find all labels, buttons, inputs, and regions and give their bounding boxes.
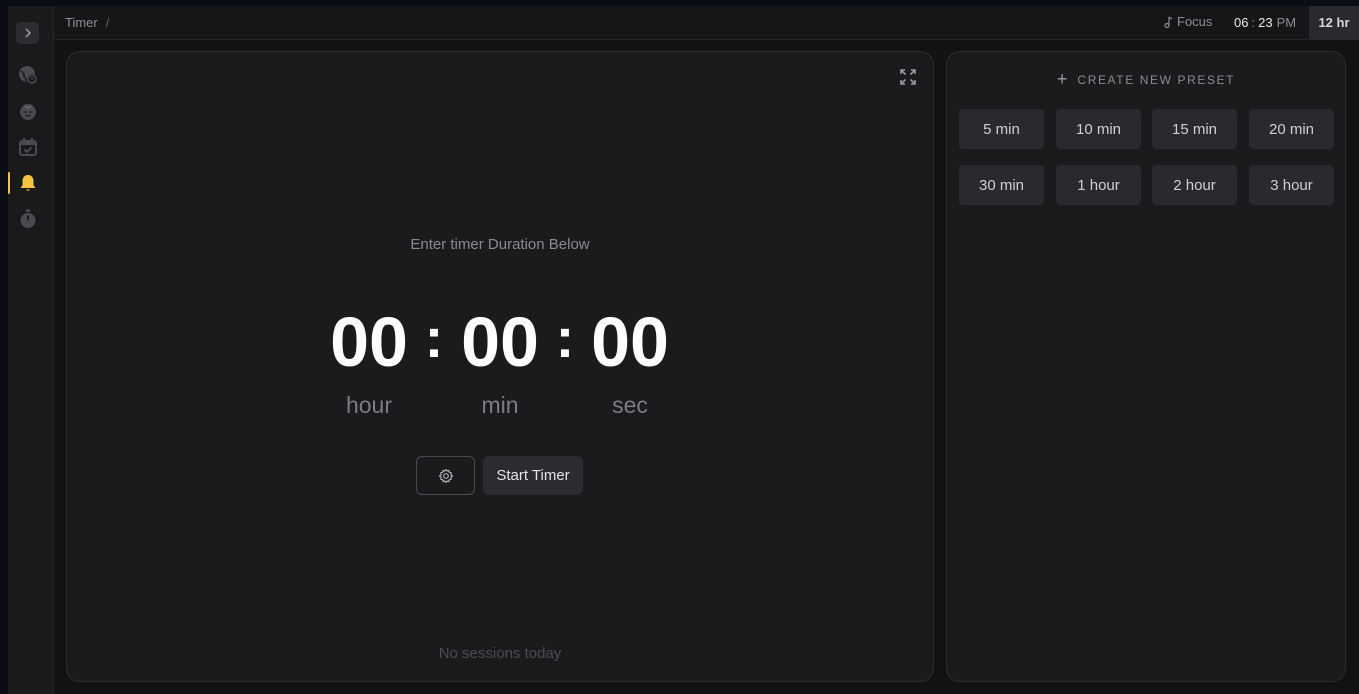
hour-unit-label: hour bbox=[345, 392, 393, 418]
tomato-icon bbox=[20, 104, 36, 120]
timer-settings-button[interactable] bbox=[416, 456, 475, 495]
clock-ampm: PM bbox=[1276, 15, 1297, 30]
chevron-right-icon bbox=[24, 28, 31, 38]
active-indicator bbox=[8, 172, 10, 194]
topbar: Timer / Focus 06:23 PM 12 hr bbox=[54, 6, 1359, 40]
breadcrumb-separator: / bbox=[105, 15, 110, 30]
clock: 06:23 PM bbox=[1234, 15, 1296, 30]
digit-colon: : bbox=[424, 306, 444, 369]
presets-panel: + CREATE NEW PRESET 5 min 10 min 15 min … bbox=[946, 51, 1346, 682]
plus-icon: + bbox=[1056, 69, 1068, 89]
clock-hours: 06 bbox=[1234, 15, 1249, 30]
gear-icon bbox=[438, 468, 453, 483]
sidebar-toggle-button[interactable] bbox=[16, 22, 39, 44]
stopwatch-icon bbox=[20, 209, 36, 228]
music-note-icon bbox=[1164, 16, 1173, 28]
preset-button[interactable]: 15 min bbox=[1152, 109, 1237, 149]
calendar-icon bbox=[19, 138, 37, 156]
focus-label: Focus bbox=[1177, 14, 1213, 29]
sidebar-item-stopwatch[interactable] bbox=[16, 207, 40, 231]
hours-input[interactable]: 00 bbox=[314, 302, 424, 382]
create-preset-button[interactable]: + CREATE NEW PRESET bbox=[947, 69, 1345, 90]
preset-button[interactable]: 10 min bbox=[1056, 109, 1141, 149]
timer-panel: Enter timer Duration Below 00 : 00 : 00 … bbox=[66, 51, 934, 682]
minutes-input[interactable]: 00 bbox=[445, 302, 555, 382]
sidebar-item-calendar[interactable] bbox=[16, 135, 40, 159]
min-unit-label: min bbox=[481, 392, 519, 418]
bell-icon bbox=[20, 175, 36, 191]
sec-unit-label: sec bbox=[612, 392, 648, 418]
seconds-input[interactable]: 00 bbox=[575, 302, 685, 382]
clock-colon: : bbox=[1251, 15, 1256, 30]
preset-button[interactable]: 2 hour bbox=[1152, 165, 1237, 205]
create-preset-label: CREATE NEW PRESET bbox=[1077, 72, 1236, 87]
timer-display: 00 : 00 : 00 bbox=[67, 302, 933, 382]
digit-colon: : bbox=[555, 306, 575, 369]
preset-button[interactable]: 30 min bbox=[959, 165, 1044, 205]
focus-button[interactable]: Focus bbox=[1162, 14, 1212, 29]
sidebar bbox=[8, 6, 54, 694]
preset-button[interactable]: 20 min bbox=[1249, 109, 1334, 149]
hour-format-toggle[interactable]: 12 hr bbox=[1309, 6, 1359, 39]
sessions-status: No sessions today bbox=[438, 645, 562, 662]
sidebar-item-pomodoro[interactable] bbox=[16, 99, 40, 123]
sidebar-item-timer[interactable] bbox=[16, 171, 40, 195]
world-clock-icon bbox=[19, 66, 37, 84]
start-timer-button[interactable]: Start Timer bbox=[483, 456, 583, 495]
clock-minutes: 23 bbox=[1258, 15, 1273, 30]
breadcrumb: Timer / bbox=[65, 15, 109, 30]
preset-button[interactable]: 1 hour bbox=[1056, 165, 1141, 205]
preset-button[interactable]: 3 hour bbox=[1249, 165, 1334, 205]
preset-button[interactable]: 5 min bbox=[959, 109, 1044, 149]
timer-hint: Enter timer Duration Below bbox=[410, 236, 590, 253]
app-window: Timer / Focus 06:23 PM 12 hr Enter timer D… bbox=[8, 6, 1359, 694]
fullscreen-icon[interactable] bbox=[899, 68, 917, 86]
breadcrumb-title[interactable]: Timer bbox=[65, 15, 98, 30]
sidebar-item-world-clock[interactable] bbox=[16, 63, 40, 87]
